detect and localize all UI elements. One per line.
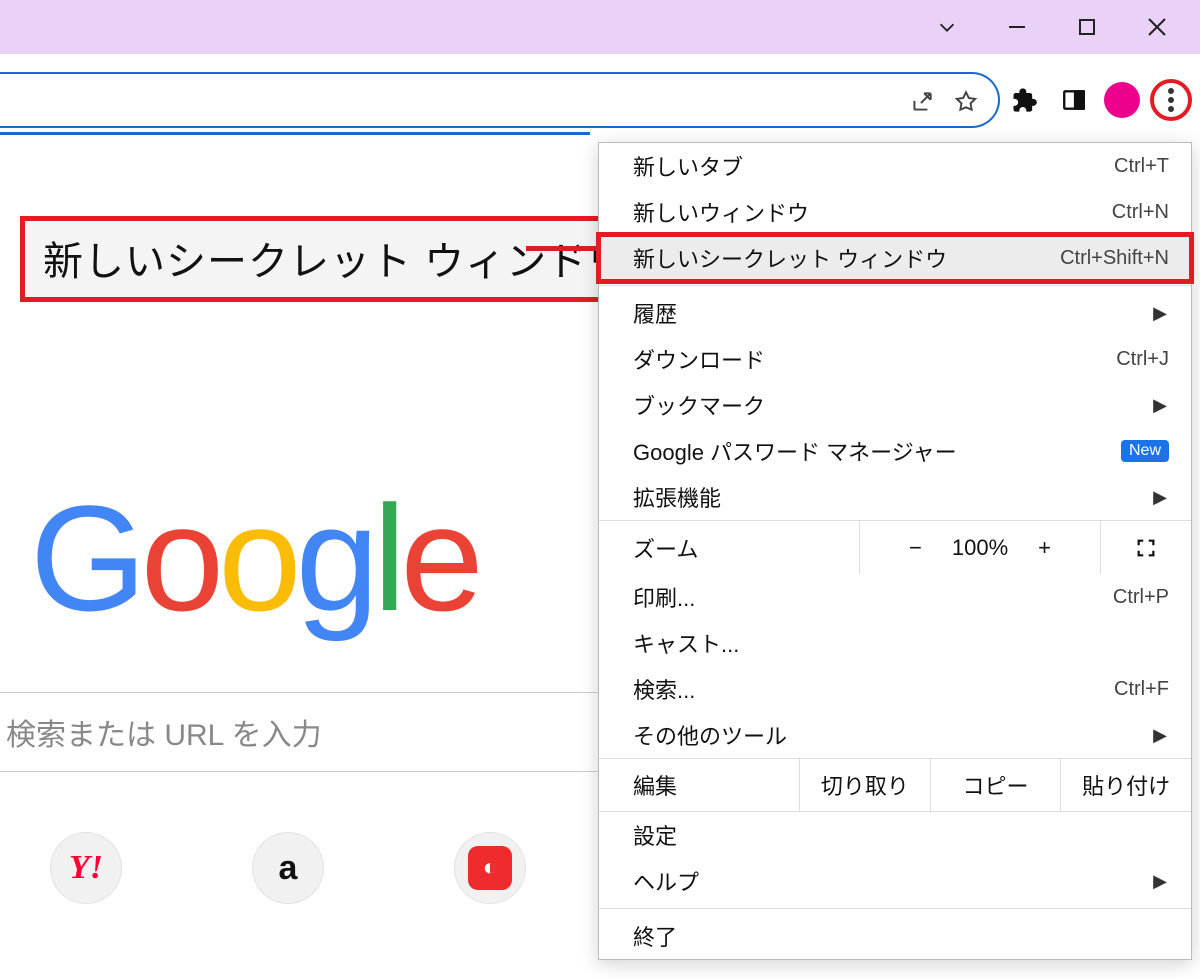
menu-item[interactable]: 新しいタブ Ctrl+T bbox=[599, 143, 1191, 189]
menu-item-label: その他のツール bbox=[633, 719, 787, 751]
menu-separator bbox=[599, 285, 1191, 286]
menu-edit-row: 編集切り取りコピー貼り付け bbox=[599, 758, 1191, 812]
menu-item-label: 拡張機能 bbox=[633, 481, 721, 513]
menu-item[interactable]: その他のツール ▶ bbox=[599, 712, 1191, 758]
zoom-out-button[interactable]: − bbox=[909, 535, 922, 561]
edit-copy-button[interactable]: コピー bbox=[930, 759, 1061, 811]
chevron-right-icon: ▶ bbox=[1153, 871, 1167, 892]
new-badge: New bbox=[1121, 440, 1169, 462]
annotation-callout: 新しいシークレット ウィンドウ bbox=[20, 216, 652, 302]
menu-item[interactable]: キャスト... bbox=[599, 620, 1191, 666]
menu-item-label: 印刷... bbox=[633, 581, 695, 613]
chevron-right-icon: ▶ bbox=[1153, 303, 1167, 324]
menu-item-shortcut: Ctrl+T bbox=[1114, 155, 1169, 178]
menu-item[interactable]: 新しいシークレット ウィンドウ Ctrl+Shift+N bbox=[599, 235, 1191, 281]
page-content: 新しいシークレット ウィンドウ Google 検索または URL を入力 Y! … bbox=[0, 142, 1200, 978]
menu-separator bbox=[599, 908, 1191, 909]
menu-item[interactable]: 印刷... Ctrl+P bbox=[599, 574, 1191, 620]
share-icon[interactable] bbox=[902, 82, 942, 122]
browser-toolbar bbox=[0, 54, 1200, 142]
menu-item-label: 新しいタブ bbox=[633, 150, 743, 182]
menu-item-label: ヘルプ bbox=[633, 865, 699, 897]
menu-item[interactable]: ヘルプ ▶ bbox=[599, 858, 1191, 904]
zoom-in-button[interactable]: + bbox=[1038, 535, 1051, 561]
menu-item[interactable]: 新しいウィンドウ Ctrl+N bbox=[599, 189, 1191, 235]
window-titlebar bbox=[0, 0, 1200, 54]
menu-item-label: 履歴 bbox=[633, 297, 677, 329]
profile-avatar[interactable] bbox=[1104, 82, 1140, 118]
chrome-overflow-menu: 新しいタブ Ctrl+T 新しいウィンドウ Ctrl+N 新しいシークレット ウィンドウ… bbox=[598, 142, 1192, 960]
menu-item-label: 終了 bbox=[633, 920, 677, 952]
sidepanel-icon[interactable] bbox=[1054, 80, 1094, 120]
menu-item-shortcut: Ctrl+Shift+N bbox=[1060, 247, 1169, 270]
menu-item[interactable]: 履歴 ▶ bbox=[599, 290, 1191, 336]
menu-item[interactable]: 拡張機能 ▶ bbox=[599, 474, 1191, 520]
menu-item-label: 検索... bbox=[633, 673, 695, 705]
menu-item-label: ブックマーク bbox=[633, 389, 765, 421]
menu-item-label: ダウンロード bbox=[633, 343, 765, 375]
chevron-right-icon: ▶ bbox=[1153, 395, 1167, 416]
menu-item-label: 設定 bbox=[633, 819, 677, 851]
extensions-icon[interactable] bbox=[1004, 80, 1044, 120]
shortcut-app[interactable]: ◐ bbox=[454, 832, 526, 904]
menu-item-shortcut: Ctrl+P bbox=[1113, 586, 1169, 609]
search-placeholder: 検索または URL を入力 bbox=[6, 710, 322, 754]
address-bar-focus-line bbox=[0, 132, 590, 135]
shortcut-amazon[interactable]: a bbox=[252, 832, 324, 904]
menu-item[interactable]: 検索... Ctrl+F bbox=[599, 666, 1191, 712]
more-menu-button[interactable] bbox=[1150, 79, 1192, 121]
address-bar[interactable] bbox=[0, 72, 1000, 128]
edit-cut-button[interactable]: 切り取り bbox=[799, 759, 930, 811]
menu-zoom-row: ズーム − 100% + bbox=[599, 520, 1191, 574]
menu-item-label: Google パスワード マネージャー bbox=[633, 435, 957, 467]
menu-item[interactable]: 設定 bbox=[599, 812, 1191, 858]
menu-item[interactable]: ブックマーク ▶ bbox=[599, 382, 1191, 428]
bookmark-star-icon[interactable] bbox=[946, 82, 986, 122]
annotation-connector bbox=[526, 246, 596, 251]
menu-item-label: キャスト... bbox=[633, 627, 739, 659]
menu-item-shortcut: Ctrl+N bbox=[1112, 201, 1169, 224]
menu-item-label: 新しいウィンドウ bbox=[633, 196, 809, 228]
menu-item[interactable]: Google パスワード マネージャー New bbox=[599, 428, 1191, 474]
menu-item-label: 編集 bbox=[599, 759, 799, 811]
minimize-button[interactable] bbox=[982, 0, 1052, 54]
chevron-right-icon: ▶ bbox=[1153, 487, 1167, 508]
search-input[interactable]: 検索または URL を入力 bbox=[0, 692, 598, 772]
google-logo: Google bbox=[30, 472, 478, 645]
fullscreen-button[interactable] bbox=[1101, 537, 1191, 559]
menu-item-label: ズーム bbox=[599, 532, 859, 564]
chevron-down-icon[interactable] bbox=[912, 0, 982, 54]
chevron-right-icon: ▶ bbox=[1153, 725, 1167, 746]
maximize-button[interactable] bbox=[1052, 0, 1122, 54]
edit-paste-button[interactable]: 貼り付け bbox=[1060, 759, 1191, 811]
menu-item-shortcut: Ctrl+F bbox=[1114, 678, 1169, 701]
menu-item[interactable]: 終了 bbox=[599, 913, 1191, 959]
shortcut-yahoo[interactable]: Y! bbox=[50, 832, 122, 904]
menu-item-shortcut: Ctrl+J bbox=[1116, 348, 1169, 371]
close-button[interactable] bbox=[1122, 0, 1192, 54]
menu-item[interactable]: ダウンロード Ctrl+J bbox=[599, 336, 1191, 382]
menu-item-label: 新しいシークレット ウィンドウ bbox=[633, 242, 947, 274]
zoom-value: 100% bbox=[952, 535, 1008, 561]
